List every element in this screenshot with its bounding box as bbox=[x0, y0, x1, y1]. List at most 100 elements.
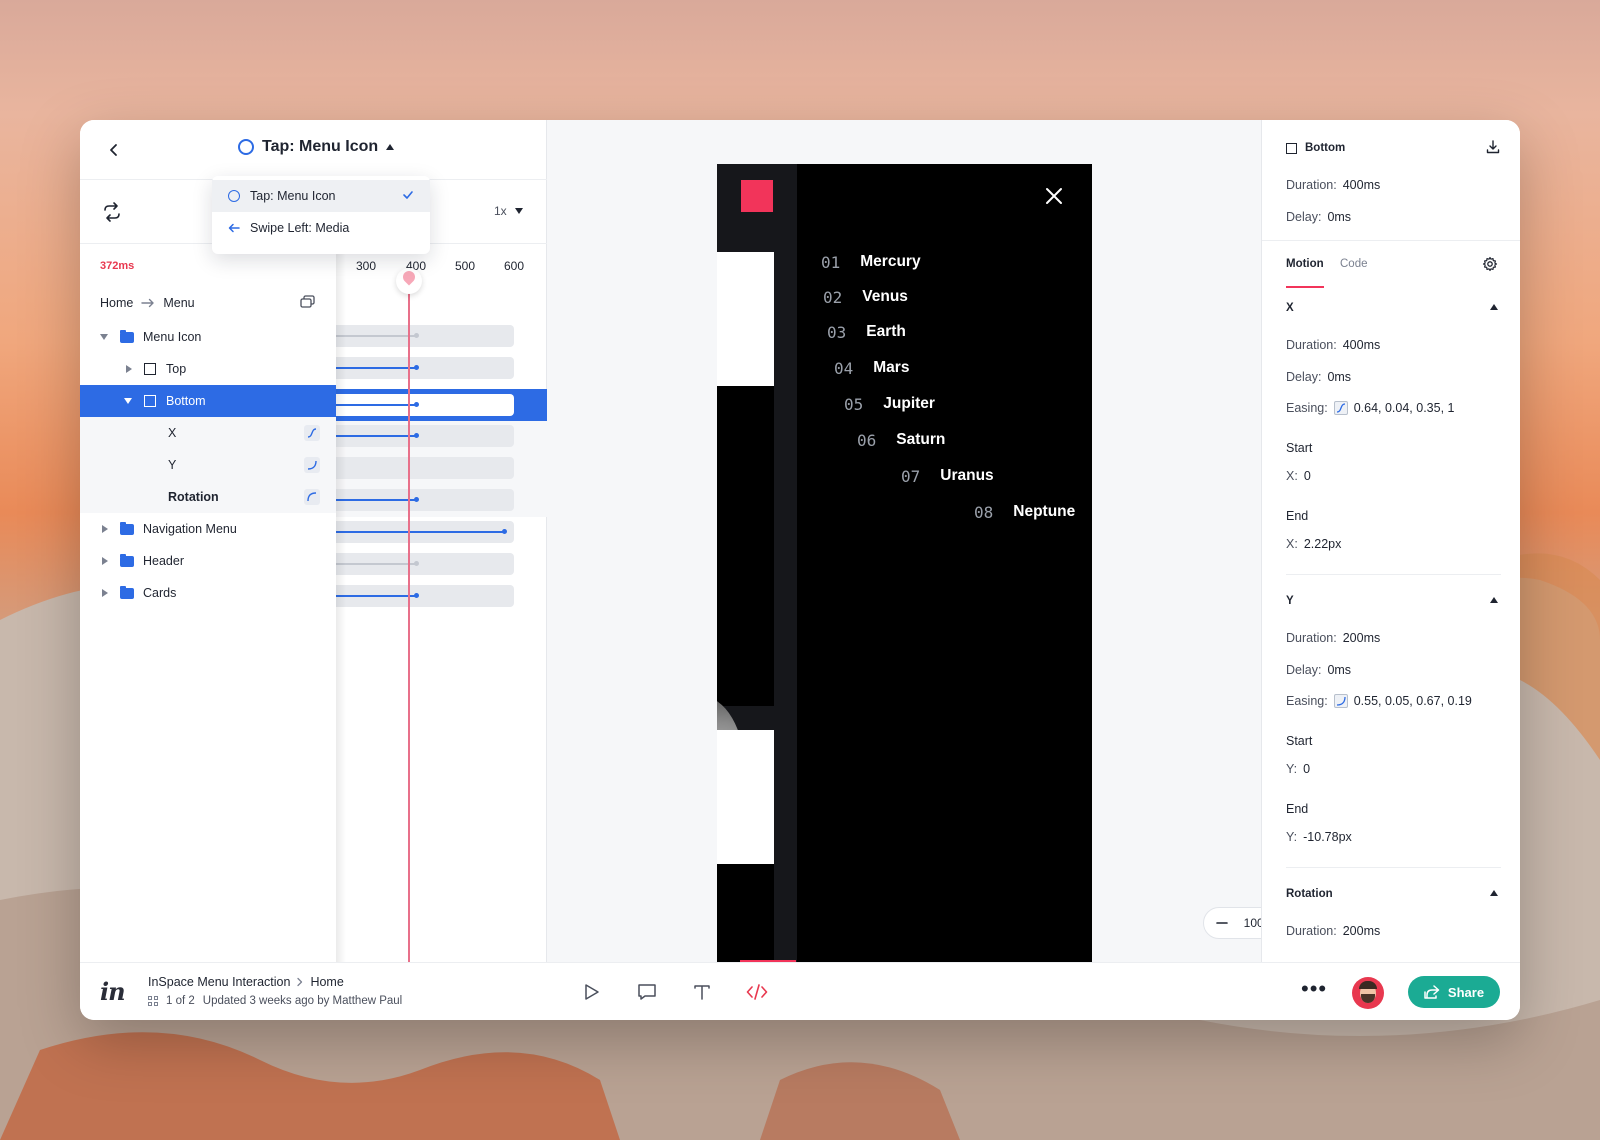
avatar[interactable] bbox=[1352, 977, 1384, 1009]
planet-item[interactable]: 02 Venus bbox=[823, 285, 908, 309]
layer-cards[interactable]: Cards bbox=[80, 577, 336, 609]
breadcrumb-from[interactable]: Home bbox=[100, 296, 133, 310]
delay-value[interactable]: 0ms bbox=[1327, 663, 1351, 677]
download-icon[interactable] bbox=[1486, 140, 1500, 154]
speed-selector[interactable]: 1x bbox=[494, 204, 523, 218]
keyframe-dot[interactable] bbox=[414, 497, 419, 502]
inspect-text-button[interactable] bbox=[690, 980, 714, 1004]
planet-item[interactable]: 04 Mars bbox=[834, 356, 909, 380]
timeline-segment bbox=[336, 563, 416, 565]
comment-icon bbox=[638, 984, 656, 1000]
easing-curve-icon[interactable] bbox=[1333, 694, 1348, 708]
property-y[interactable]: Y bbox=[80, 449, 336, 481]
playhead-handle[interactable] bbox=[396, 268, 422, 294]
planet-item[interactable]: 08 Neptune bbox=[974, 500, 1075, 524]
duplicate-screens-icon[interactable] bbox=[300, 295, 316, 309]
dropdown-item-swipe-left-media[interactable]: Swipe Left: Media bbox=[212, 212, 430, 244]
dropdown-item-tap-menu-icon[interactable]: Tap: Menu Icon bbox=[212, 180, 430, 212]
close-icon[interactable] bbox=[1042, 184, 1066, 208]
grid-icon[interactable] bbox=[148, 996, 158, 1006]
layer-header[interactable]: Header bbox=[80, 545, 336, 577]
expand-triangle-icon[interactable] bbox=[102, 557, 108, 565]
end-value[interactable]: 2.22px bbox=[1304, 537, 1342, 551]
planet-item[interactable]: 06 Saturn bbox=[857, 428, 945, 452]
keyframe-dot[interactable] bbox=[414, 433, 419, 438]
planet-item[interactable]: 03 Earth bbox=[827, 320, 906, 344]
collapse-triangle-icon[interactable] bbox=[124, 398, 132, 404]
planet-item[interactable]: 07 Uranus bbox=[901, 464, 994, 488]
playhead-line[interactable] bbox=[408, 280, 410, 962]
layer-label: Navigation Menu bbox=[143, 522, 237, 536]
planet-item[interactable]: 01 Mercury bbox=[821, 250, 921, 274]
minus-icon bbox=[1216, 922, 1228, 924]
planet-name: Uranus bbox=[940, 467, 994, 484]
timeline-track-y[interactable] bbox=[336, 457, 514, 479]
zoom-out-button[interactable] bbox=[1214, 915, 1230, 931]
breadcrumb-to[interactable]: Menu bbox=[163, 296, 194, 310]
easing-curve-icon[interactable] bbox=[1333, 401, 1348, 415]
easing-curve-icon[interactable] bbox=[304, 457, 320, 473]
keyframe-dot[interactable] bbox=[414, 365, 419, 370]
back-button[interactable] bbox=[100, 136, 128, 164]
start-value[interactable]: 0 bbox=[1304, 469, 1311, 483]
screen-name[interactable]: Home bbox=[310, 975, 343, 989]
layer-navigation-menu[interactable]: Navigation Menu bbox=[80, 513, 336, 545]
share-button[interactable]: Share bbox=[1408, 976, 1500, 1008]
end-value[interactable]: -10.78px bbox=[1303, 830, 1352, 844]
easing-value[interactable]: 0.64, 0.04, 0.35, 1 bbox=[1354, 401, 1455, 415]
keyframe-dot[interactable] bbox=[414, 561, 419, 566]
layer-bottom[interactable]: Bottom bbox=[80, 385, 336, 417]
delay-value[interactable]: 0ms bbox=[1327, 210, 1351, 224]
more-options-button[interactable]: ••• bbox=[1301, 978, 1327, 1000]
trigger-dropdown: Tap: Menu Icon Swipe Left: Media bbox=[212, 176, 430, 254]
property-label: Rotation bbox=[168, 490, 219, 504]
expand-triangle-icon[interactable] bbox=[102, 525, 108, 533]
duration-value[interactable]: 200ms bbox=[1343, 631, 1381, 645]
rectangle-layer-icon bbox=[144, 363, 156, 375]
gear-icon[interactable] bbox=[1482, 256, 1498, 272]
easing-curve-icon[interactable] bbox=[304, 425, 320, 441]
tab-motion[interactable]: Motion bbox=[1286, 258, 1324, 270]
property-rotation[interactable]: Rotation bbox=[80, 481, 336, 513]
x-end: X: 2.22px bbox=[1286, 537, 1341, 551]
keyframe-dot[interactable] bbox=[414, 593, 419, 598]
trigger-selector[interactable]: Tap: Menu Icon bbox=[238, 138, 395, 156]
comment-button[interactable] bbox=[635, 980, 659, 1004]
expand-triangle-icon[interactable] bbox=[102, 589, 108, 597]
keyframe-dot[interactable] bbox=[414, 402, 419, 407]
duration-value[interactable]: 400ms bbox=[1343, 178, 1381, 192]
expand-triangle-icon[interactable] bbox=[126, 365, 132, 373]
project-name[interactable]: InSpace Menu Interaction bbox=[148, 975, 290, 989]
ruler-tick: 600 bbox=[504, 259, 525, 273]
start-value[interactable]: 0 bbox=[1303, 762, 1310, 776]
collapse-caret-icon[interactable] bbox=[1490, 890, 1498, 896]
keyframe-dot[interactable] bbox=[502, 529, 507, 534]
chevron-right-icon bbox=[297, 977, 303, 987]
keyframe-dot[interactable] bbox=[414, 333, 419, 338]
menu-icon-square[interactable] bbox=[741, 180, 773, 212]
delay-value[interactable]: 0ms bbox=[1327, 370, 1351, 384]
rectangle-layer-icon bbox=[144, 395, 156, 407]
collapse-caret-icon[interactable] bbox=[1490, 304, 1498, 310]
section-y-title: Y bbox=[1286, 595, 1294, 607]
layer-menu-icon[interactable]: Menu Icon bbox=[80, 321, 336, 353]
device-preview[interactable]: 01 Mercury 02 Venus 03 Earth 04 Mars 05 … bbox=[717, 164, 1092, 962]
duration-value[interactable]: 400ms bbox=[1343, 338, 1381, 352]
app-window: Tap: Menu Icon 1x Tap: Menu Icon Swipe L… bbox=[80, 120, 1520, 1020]
tab-code[interactable]: Code bbox=[1340, 258, 1368, 270]
planet-number: 01 bbox=[821, 252, 841, 272]
planet-item[interactable]: 05 Jupiter bbox=[844, 392, 935, 416]
easing-curve-icon[interactable] bbox=[304, 489, 320, 505]
preview-play-button[interactable] bbox=[580, 980, 604, 1004]
layer-top[interactable]: Top bbox=[80, 353, 336, 385]
collapse-caret-icon[interactable] bbox=[1490, 597, 1498, 603]
y-start: Y: 0 bbox=[1286, 762, 1310, 776]
duration-value[interactable]: 200ms bbox=[1343, 924, 1381, 938]
delay-label: Delay: bbox=[1286, 210, 1322, 224]
property-x[interactable]: X bbox=[80, 417, 336, 449]
loop-icon[interactable] bbox=[100, 200, 124, 224]
code-button[interactable] bbox=[745, 980, 769, 1004]
easing-value[interactable]: 0.55, 0.05, 0.67, 0.19 bbox=[1354, 694, 1472, 708]
invision-logo[interactable]: in bbox=[100, 977, 126, 1006]
collapse-triangle-icon[interactable] bbox=[100, 334, 108, 340]
